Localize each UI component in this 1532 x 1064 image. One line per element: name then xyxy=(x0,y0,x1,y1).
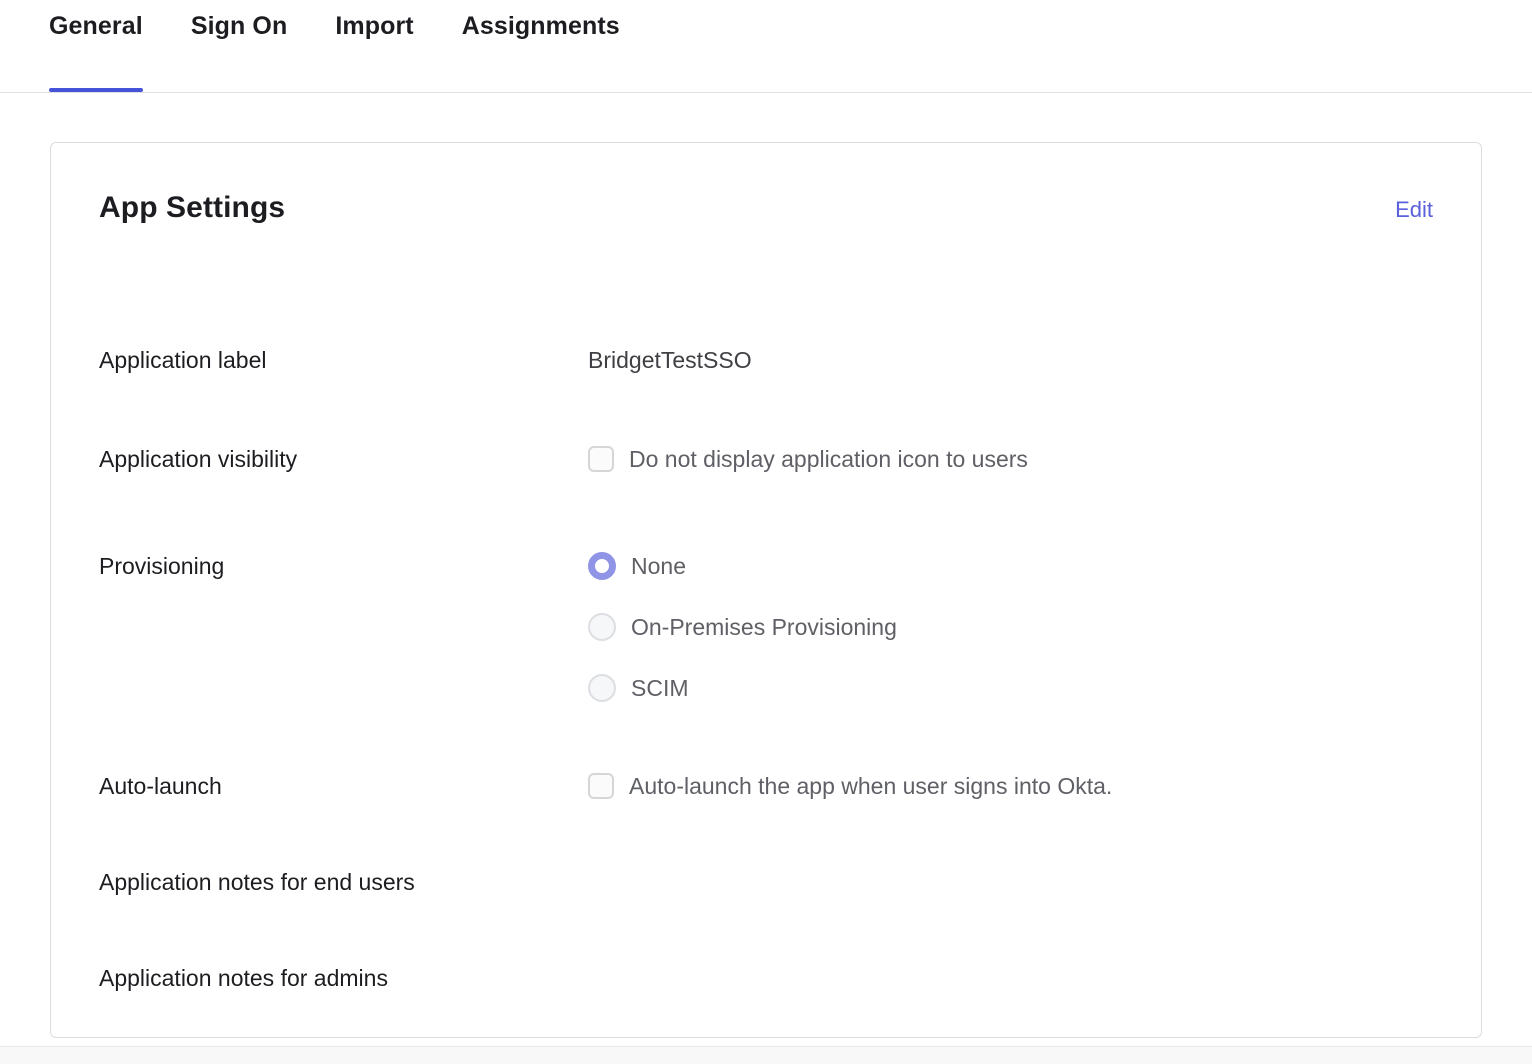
tab-general[interactable]: General xyxy=(49,0,143,92)
row-provisioning: Provisioning None On-Premises Provisioni… xyxy=(99,551,1433,703)
label-notes-admins: Application notes for admins xyxy=(99,963,588,993)
tab-assignments[interactable]: Assignments xyxy=(462,0,620,92)
radio-provisioning-none[interactable] xyxy=(588,552,616,580)
option-auto-launch[interactable]: Auto-launch the app when user signs into… xyxy=(588,771,1433,801)
tab-import-label: Import xyxy=(335,12,413,41)
label-application-visibility: Application visibility xyxy=(99,444,588,474)
tab-bar: General Sign On Import Assignments xyxy=(0,0,1532,93)
page-bottom-strip xyxy=(0,1046,1532,1064)
option-provisioning-none[interactable]: None xyxy=(588,551,1433,581)
checkbox-auto-launch[interactable] xyxy=(588,773,614,799)
row-notes-admins: Application notes for admins xyxy=(99,963,1433,993)
tab-sign-on-label: Sign On xyxy=(191,12,288,41)
settings-list: Application label BridgetTestSSO Applica… xyxy=(51,345,1481,993)
card-header: App Settings Edit xyxy=(51,143,1481,269)
radio-provisioning-scim-label: SCIM xyxy=(631,673,689,703)
label-notes-end-users: Application notes for end users xyxy=(99,867,588,897)
radio-provisioning-on-premises[interactable] xyxy=(588,613,616,641)
option-hide-app-icon[interactable]: Do not display application icon to users xyxy=(588,444,1433,474)
value-application-visibility: Do not display application icon to users xyxy=(588,444,1433,474)
checkbox-auto-launch-label: Auto-launch the app when user signs into… xyxy=(629,771,1112,801)
radio-provisioning-none-label: None xyxy=(631,551,686,581)
tab-assignments-label: Assignments xyxy=(462,12,620,41)
value-auto-launch: Auto-launch the app when user signs into… xyxy=(588,771,1433,801)
radio-provisioning-on-premises-label: On-Premises Provisioning xyxy=(631,612,897,642)
radio-provisioning-scim[interactable] xyxy=(588,674,616,702)
tab-general-label: General xyxy=(49,12,143,41)
option-provisioning-scim[interactable]: SCIM xyxy=(588,673,1433,703)
tab-sign-on[interactable]: Sign On xyxy=(191,0,288,92)
label-auto-launch: Auto-launch xyxy=(99,771,588,801)
row-application-label: Application label BridgetTestSSO xyxy=(99,345,1433,375)
value-provisioning: None On-Premises Provisioning SCIM xyxy=(588,551,1433,703)
app-settings-card: App Settings Edit Application label Brid… xyxy=(50,142,1482,1038)
checkbox-hide-app-icon[interactable] xyxy=(588,446,614,472)
row-auto-launch: Auto-launch Auto-launch the app when use… xyxy=(99,771,1433,801)
value-application-label: BridgetTestSSO xyxy=(588,345,1433,375)
app-settings-page: General Sign On Import Assignments App S… xyxy=(0,0,1532,1064)
label-provisioning: Provisioning xyxy=(99,551,588,581)
row-notes-end-users: Application notes for end users xyxy=(99,867,1433,897)
tab-import[interactable]: Import xyxy=(335,0,413,92)
label-application-label: Application label xyxy=(99,345,588,375)
page-title: App Settings xyxy=(99,143,285,225)
row-application-visibility: Application visibility Do not display ap… xyxy=(99,444,1433,474)
checkbox-hide-app-icon-label: Do not display application icon to users xyxy=(629,444,1028,474)
edit-link[interactable]: Edit xyxy=(1395,143,1433,223)
option-provisioning-on-premises[interactable]: On-Premises Provisioning xyxy=(588,612,1433,642)
